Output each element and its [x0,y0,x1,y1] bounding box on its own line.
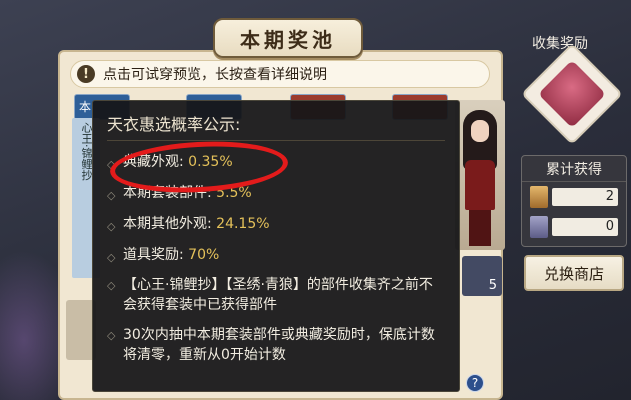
tab-card-1-label: 本 [79,100,92,114]
character-legs [469,210,491,246]
character-body [465,160,495,210]
page-title-plate: 本期奖池 [213,18,363,58]
bullet-icon: ◇ [107,220,116,233]
hint-text: 点击可试穿预览，长按查看详细说明 [103,67,327,83]
popup-title: 天衣惠选概率公示: [107,113,445,141]
bullet-icon: ◇ [107,251,116,264]
ticket-gold-icon [530,186,548,208]
bullet-icon: ◇ [107,279,116,292]
note-row-pity-rule: ◇ 30次内抽中本期套装部件或典藏奖励时，保底计数将清零，重新从0开始计数 [107,325,445,365]
ticket-purple-icon [530,216,548,238]
prob-label: 道具奖励: [123,247,189,263]
accumulated-count-1: 2 [552,188,618,206]
bullet-icon: ◇ [107,329,116,342]
accumulated-row-2: 0 [522,212,626,242]
prob-label: 本期其他外观: [123,216,217,232]
page-title: 本期奖池 [240,27,336,52]
help-icon[interactable]: ? [466,374,484,392]
probability-popup: 天衣惠选概率公示: ◇ 典藏外观: 0.35% ◇ 本期套装部件: 5.5% ◇… [92,100,460,392]
accumulated-row-1: 2 [522,182,626,212]
character-preview[interactable] [455,100,505,250]
note-row-set-rule: ◇ 【心王·锦鲤抄】【圣绣·青狼】的部件收集齐之前不会获得套装中已获得部件 [107,275,445,315]
prob-row-items: ◇ 道具奖励: 70% [107,240,445,271]
gift-box-icon [538,60,606,128]
collect-reward-icon[interactable] [521,43,623,145]
note-text: 【心王·锦鲤抄】【圣绣·青狼】的部件收集齐之前不会获得套装中已获得部件 [123,277,433,313]
bullet-icon: ◇ [107,189,116,202]
note-text: 30次内抽中本期套装部件或典藏奖励时，保底计数将清零，重新从0开始计数 [123,327,435,363]
accumulated-panel: 累计获得 2 0 [521,155,627,247]
prob-value: 70% [188,247,220,263]
item-slot-count: 5 [488,278,497,293]
item-slot-badge[interactable]: 5 [462,256,502,296]
accumulated-title: 累计获得 [522,156,626,182]
exclamation-icon: ! [77,65,95,83]
exchange-shop-button[interactable]: 兑换商店 [524,255,624,291]
character-face [471,120,489,142]
accumulated-count-2: 0 [552,218,618,236]
prob-row-other-looks: ◇ 本期其他外观: 24.15% [107,209,445,240]
hint-bar: ! 点击可试穿预览，长按查看详细说明 [70,60,490,88]
prob-value: 24.15% [216,216,270,232]
